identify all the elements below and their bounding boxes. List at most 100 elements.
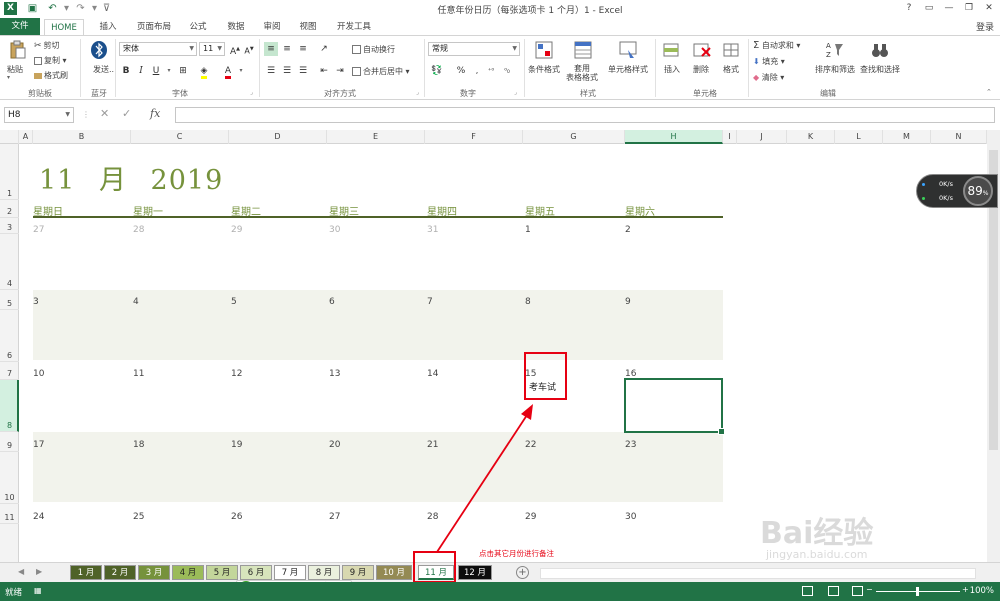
format-as-table-button[interactable]: 套用 表格格式 — [566, 64, 598, 82]
align-bottom-icon[interactable]: ≡ — [296, 42, 310, 56]
restore-button[interactable]: ❐ — [962, 2, 976, 15]
sheet-tab-mar[interactable]: 3 月 — [138, 565, 170, 580]
font-dialog-launcher-icon[interactable]: ⌟ — [250, 89, 253, 96]
zoom-slider-knob[interactable] — [916, 587, 919, 596]
zoom-slider[interactable] — [876, 587, 960, 596]
insert-cells-icon[interactable] — [662, 40, 682, 60]
sheet-tab-oct[interactable]: 10 月 — [376, 565, 412, 580]
copy-button[interactable]: 复制 ▾ — [34, 55, 67, 66]
row-header-8[interactable]: 8 — [0, 380, 19, 432]
undo-dropdown-icon[interactable]: ▾ — [60, 2, 73, 15]
save-icon[interactable]: ▣ — [26, 2, 39, 15]
tab-file[interactable]: 文件 — [0, 18, 40, 35]
select-all-corner[interactable] — [0, 130, 19, 144]
column-header-b[interactable]: B — [33, 130, 131, 144]
conditional-format-icon[interactable] — [534, 40, 554, 60]
sheet-tab-may[interactable]: 5 月 — [206, 565, 238, 580]
bluetooth-send-button[interactable]: 发送... — [93, 64, 117, 75]
ribbon-display-icon[interactable]: ▭ — [922, 2, 936, 15]
sort-filter-button[interactable]: 排序和筛选 — [815, 64, 855, 75]
format-cells-icon[interactable] — [722, 40, 742, 60]
row-header-1[interactable]: 1 — [0, 144, 19, 200]
cut-button[interactable]: ✂ 剪切 — [34, 40, 60, 51]
column-header-h[interactable]: H — [625, 130, 723, 144]
shrink-font-icon[interactable]: A▼ — [242, 42, 256, 56]
tab-page-layout[interactable]: 页面布局 — [130, 19, 178, 35]
column-header-f[interactable]: F — [425, 130, 523, 144]
tab-formulas[interactable]: 公式 — [182, 19, 214, 35]
row-header-5[interactable]: 5 — [0, 290, 19, 310]
row-header-4[interactable]: 4 — [0, 234, 19, 290]
font-name-combo[interactable]: 宋体 ▼ — [119, 42, 197, 56]
conditional-format-button[interactable]: 条件格式 — [528, 64, 560, 75]
font-color-icon[interactable]: A — [221, 64, 235, 79]
fill-color-icon[interactable]: ◈ — [197, 64, 211, 79]
format-cells-button[interactable]: 格式 — [723, 64, 739, 75]
align-center-icon[interactable]: ☰ — [280, 64, 294, 78]
decrease-decimal-icon[interactable]: ⁰₀ — [500, 64, 514, 78]
zoom-level[interactable]: 100% — [970, 586, 994, 596]
worksheet-grid[interactable]: 11 月 2019 星期日 星期一 星期二 星期三 星期四 星期五 星期六 27… — [19, 144, 987, 562]
column-header-j[interactable]: J — [737, 130, 787, 144]
underline-dropdown-icon[interactable]: ▾ — [162, 64, 176, 78]
delete-cells-button[interactable]: 删除 — [693, 64, 709, 75]
collapse-ribbon-icon[interactable]: ⌃ — [986, 88, 992, 96]
align-right-icon[interactable]: ☰ — [296, 64, 310, 78]
tab-data[interactable]: 数据 — [220, 19, 252, 35]
tab-insert[interactable]: 插入 — [92, 19, 124, 35]
percent-style-icon[interactable]: % — [454, 64, 468, 78]
bold-button[interactable]: B — [119, 64, 133, 78]
column-header-a[interactable]: A — [19, 130, 33, 144]
column-header-d[interactable]: D — [229, 130, 327, 144]
row-header-9[interactable]: 9 — [0, 432, 19, 452]
accounting-format-icon[interactable]: 💱 — [430, 64, 444, 78]
zoom-out-icon[interactable]: − — [866, 585, 873, 594]
add-sheet-button[interactable]: + — [516, 566, 529, 579]
format-painter-button[interactable]: 格式刷 — [34, 70, 68, 81]
paste-icon[interactable] — [8, 40, 28, 60]
paste-dropdown-icon[interactable]: ▾ — [7, 74, 10, 81]
decrease-indent-icon[interactable]: ⇤ — [317, 64, 331, 78]
sort-filter-icon[interactable]: AZ — [825, 40, 845, 60]
column-header-c[interactable]: C — [131, 130, 229, 144]
orientation-icon[interactable]: ↗ — [317, 42, 331, 56]
sheet-tab-jan[interactable]: 1 月 — [70, 565, 102, 580]
align-left-icon[interactable]: ☰ — [264, 64, 278, 78]
tab-developer[interactable]: 开发工具 — [330, 19, 378, 35]
increase-decimal-icon[interactable]: ⁺⁰ — [484, 64, 498, 78]
binoculars-icon[interactable] — [870, 40, 890, 60]
formula-input[interactable] — [175, 107, 995, 123]
column-header-i[interactable]: I — [723, 130, 737, 144]
cell-styles-button[interactable]: 单元格样式 — [608, 64, 648, 75]
cell-styles-icon[interactable] — [618, 40, 638, 60]
bluetooth-icon[interactable] — [89, 40, 109, 60]
increase-indent-icon[interactable]: ⇥ — [333, 64, 347, 78]
signin-link[interactable]: 登录 — [976, 20, 994, 33]
undo-icon[interactable]: ↶ — [46, 2, 59, 15]
page-layout-view-icon[interactable] — [828, 586, 839, 596]
row-header-3[interactable]: 3 — [0, 218, 19, 234]
font-size-combo[interactable]: 11 ▼ — [199, 42, 225, 56]
horizontal-scrollbar[interactable] — [540, 568, 976, 579]
wrap-text-button[interactable]: 自动换行 — [352, 44, 395, 55]
align-top-icon[interactable]: ≡ — [264, 42, 278, 56]
zoom-in-icon[interactable]: + — [962, 585, 969, 594]
find-select-button[interactable]: 查找和选择 — [860, 64, 900, 75]
help-button[interactable]: ? — [902, 2, 916, 15]
number-format-combo[interactable]: 常规 ▼ — [428, 42, 520, 56]
row-header-7[interactable]: 7 — [0, 362, 19, 380]
sheet-tab-aug[interactable]: 8 月 — [308, 565, 340, 580]
number-dialog-launcher-icon[interactable]: ⌟ — [514, 89, 517, 96]
name-box[interactable]: H8 ▼ — [4, 107, 74, 123]
grow-font-icon[interactable]: A▲ — [228, 42, 242, 57]
alignment-dialog-launcher-icon[interactable]: ⌟ — [416, 89, 419, 96]
sheet-tab-jul[interactable]: 7 月 — [274, 565, 306, 580]
insert-cells-button[interactable]: 插入 — [664, 64, 680, 75]
column-header-g[interactable]: G — [523, 130, 625, 144]
row-header-6[interactable]: 6 — [0, 310, 19, 362]
align-middle-icon[interactable]: ≡ — [280, 42, 294, 56]
next-sheet-icon[interactable]: ▶ — [36, 567, 42, 576]
sheet-tab-feb[interactable]: 2 月 — [104, 565, 136, 580]
page-break-view-icon[interactable] — [852, 586, 863, 596]
prev-sheet-icon[interactable]: ◀ — [18, 567, 24, 576]
